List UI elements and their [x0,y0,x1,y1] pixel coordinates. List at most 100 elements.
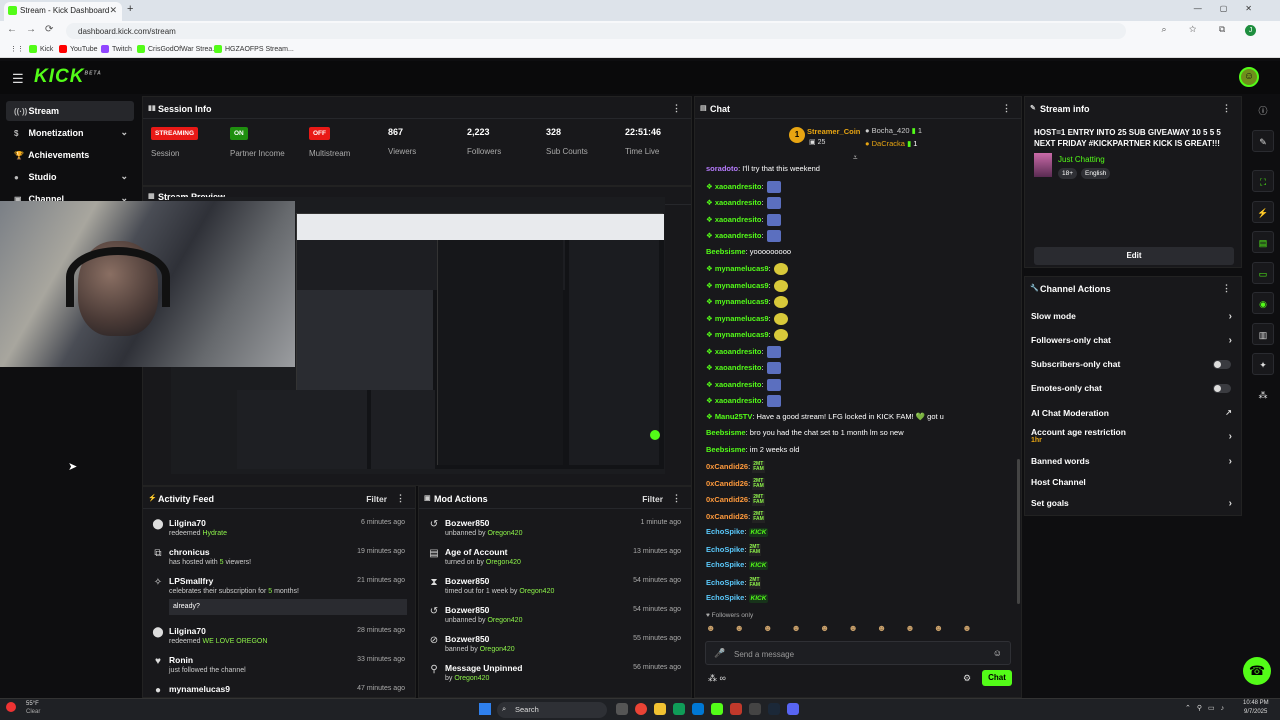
document-icon[interactable]: ▤ [1252,231,1274,253]
chat-username[interactable]: 0xCandid26 [706,511,748,520]
chrome-icon[interactable] [635,703,647,715]
chat-username[interactable]: soradoto [706,164,738,173]
chat-input[interactable]: 🎤 Send a message ☺ [705,641,1011,665]
bookmark-youtube[interactable]: YouTube [59,45,98,53]
address-input[interactable]: dashboard.kick.com/stream [66,23,1126,39]
bookmark-twitch[interactable]: Twitch [101,45,132,53]
chat-username[interactable]: 0xCandid26 [706,462,748,471]
filter-button[interactable]: Filter [642,494,663,504]
steam-icon[interactable] [768,703,780,715]
chat-username[interactable]: EchoSpike [706,560,744,569]
chat-username[interactable]: Manu25TV [715,412,753,421]
chat-username[interactable]: xaoandresito [715,231,762,240]
set-goals-item[interactable]: Set goals › [1031,498,1235,518]
more-icon[interactable]: ⋮ [672,493,681,504]
lightning-icon[interactable]: ⚡ [1252,201,1274,223]
app-icon[interactable] [673,703,685,715]
close-tab-icon[interactable]: ✕ [109,5,117,16]
chat-username[interactable]: xaoandresito [715,346,762,355]
chat-username[interactable]: Beebsisme [706,428,746,437]
slow-mode-item[interactable]: Slow mode › [1031,311,1235,331]
browser-tab[interactable]: Stream - Kick Dashboard ✕ [4,2,122,21]
chat-username[interactable]: EchoSpike [706,577,744,586]
chat-tools-icon[interactable]: ⁂ ∞ [708,673,726,684]
send-chat-button[interactable]: Chat [982,670,1012,686]
kick-logo[interactable]: KICKBETA [34,66,102,88]
broadcast-icon[interactable]: ◉ [1252,292,1274,314]
chat-username[interactable]: mynamelucas9 [715,297,769,306]
chat-username[interactable]: Beebsisme [706,445,746,454]
chat-username[interactable]: mynamelucas9 [715,313,769,322]
taskbar-search[interactable]: ⌕ Search [497,702,607,718]
app-icon[interactable] [730,703,742,715]
nav-buttons-icon[interactable]: ←→⟳ [7,24,62,35]
partner-badge[interactable]: ON [230,127,248,140]
window-controls[interactable]: —▢✕ [1194,4,1270,13]
more-icon[interactable]: ⋮ [1002,103,1011,114]
obs-icon[interactable] [749,703,761,715]
profile-avatar[interactable]: J [1245,25,1256,36]
support-chat-icon[interactable]: ☎ [1243,657,1271,685]
more-icon[interactable]: ⋮ [672,103,681,114]
clock-time[interactable]: 10:48 PM [1243,700,1269,706]
taskview-icon[interactable] [616,703,628,715]
chat-username[interactable]: mynamelucas9 [715,264,769,273]
sidebar-item-achievements[interactable]: 🏆 Achievements [6,145,134,165]
chat-username[interactable]: 0xCandid26 [706,478,748,487]
mic-icon[interactable]: 🎤 [714,648,725,659]
banned-words-item[interactable]: Banned words › [1031,456,1235,476]
edge-icon[interactable] [692,703,704,715]
bookmark-kick[interactable]: Kick [29,45,53,53]
gifter-3[interactable]: ● DaCracka ▮ 1 [865,139,917,148]
sidebar-item-stream[interactable]: ((·)) Stream [6,101,134,121]
top-gifter-name[interactable]: Streamer_Coin [807,127,860,136]
chat-username[interactable]: EchoSpike [706,593,744,602]
kick-app-icon[interactable] [711,703,723,715]
layout-icon[interactable]: ⛶ [1252,170,1274,192]
chat-username[interactable]: xaoandresito [715,396,762,405]
new-tab-icon[interactable]: + [127,3,133,15]
age-restriction-item[interactable]: Account age restriction 1hr › [1031,427,1235,453]
bookmark-crisgodofwar[interactable]: CrisGodOfWar Strea... [137,45,218,53]
edit-button[interactable]: Edit [1034,247,1234,265]
wrench-icon[interactable]: ✦ [1252,353,1274,375]
chat-username[interactable]: 0xCandid26 [706,495,748,504]
pencil-icon[interactable]: ✎ [1252,130,1274,152]
stream-category[interactable]: Just Chatting [1058,155,1105,164]
more-icon[interactable]: ⋮ [396,493,405,504]
share-icon[interactable]: ⁂ [1252,384,1274,406]
windows-start-icon[interactable] [479,703,491,715]
chat-username[interactable]: xaoandresito [715,363,762,372]
sidebar-item-studio[interactable]: ● Studio ⌄ [6,167,134,187]
ai-moderation-item[interactable]: AI Chat Moderation ↗ [1031,408,1235,428]
emotes-only-toggle[interactable] [1213,384,1231,393]
weather-temp[interactable]: 55°F [26,701,39,707]
gifter-2[interactable]: ● Bocha_420 ▮ 1 [865,126,922,135]
chat-username[interactable]: mynamelucas9 [715,330,769,339]
chat-username[interactable]: xaoandresito [715,198,762,207]
filter-button[interactable]: Filter [366,494,387,504]
chat-username[interactable]: xaoandresito [715,214,762,223]
explorer-icon[interactable] [654,703,666,715]
bookmark-hgzaofps[interactable]: HGZAOFPS Stream... [214,45,294,53]
chat-bubble-icon[interactable]: ▭ [1252,262,1274,284]
subscribers-only-toggle[interactable] [1213,360,1231,369]
sidebar-item-monetization[interactable]: $ Monetization ⌄ [6,123,134,143]
panel-icon[interactable]: ▥ [1252,323,1274,345]
followers-only-item[interactable]: Followers-only chat › [1031,335,1235,355]
chat-username[interactable]: Beebsisme [706,247,746,256]
discord-icon[interactable] [787,703,799,715]
more-icon[interactable]: ⋮ [1222,103,1231,114]
more-icon[interactable]: ⋮ [1222,283,1231,294]
info-icon[interactable]: ⓘ [1252,100,1274,122]
chat-username[interactable]: mynamelucas9 [715,280,769,289]
chat-username[interactable]: EchoSpike [706,527,744,536]
system-tray-icons[interactable]: ⌃⚲▭♪ [1185,704,1230,712]
chat-username[interactable]: xaoandresito [715,379,762,388]
menu-icon[interactable]: ☰ [12,71,24,87]
emote-bar[interactable]: ☻☻☻☻☻☻☻☻☻☻ [706,623,1016,637]
host-channel-item[interactable]: Host Channel [1031,477,1235,497]
multistream-badge[interactable]: OFF [309,127,330,140]
chat-username[interactable]: xaoandresito [715,181,762,190]
user-avatar[interactable]: ☺ [1239,67,1259,87]
